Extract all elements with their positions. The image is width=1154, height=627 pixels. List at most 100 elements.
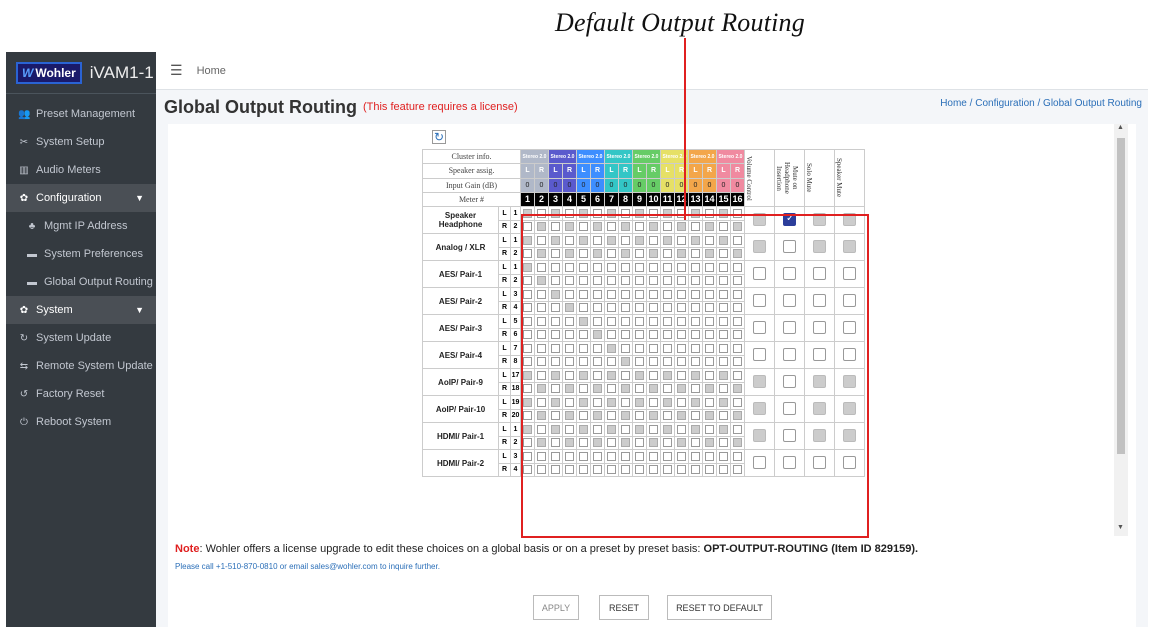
sidebar-item-12[interactable]: ⏻ Reboot System xyxy=(6,408,156,436)
extra-head-3: Solo Mute xyxy=(805,163,813,193)
input-gain: 0 xyxy=(576,177,591,193)
sidebar-item-label: Audio Meters xyxy=(36,164,101,176)
apply-button[interactable]: APPLY xyxy=(533,595,579,620)
menu-toggle-icon[interactable]: ☰ xyxy=(170,62,183,79)
speaker-assign: L xyxy=(604,163,619,179)
speaker-assign: R xyxy=(730,163,745,179)
reset-button[interactable]: RESET xyxy=(599,595,649,620)
input-gain: 0 xyxy=(660,177,675,193)
speaker-assign: L xyxy=(632,163,647,179)
channel-number: 2 xyxy=(510,273,521,288)
sidebar-item-2[interactable]: ✂ System Setup xyxy=(6,128,156,156)
sidebar-item-label: Factory Reset xyxy=(36,388,105,400)
note-label: Note xyxy=(175,543,200,555)
network-icon: ♣ xyxy=(28,220,36,232)
sidebar-item-8[interactable]: ✿ System ▼ xyxy=(6,296,156,324)
brand[interactable]: W Wohler iVAM1-1 xyxy=(6,52,156,94)
input-gain: 0 xyxy=(646,177,661,193)
breadcrumb-sep: / xyxy=(1037,98,1041,109)
refresh-icon[interactable]: ↻ xyxy=(432,130,446,144)
scroll-up-icon[interactable]: ▲ xyxy=(1117,124,1124,131)
sidebar-item-6[interactable]: ▬ System Preferences xyxy=(6,240,156,268)
sidebar: W Wohler iVAM1-1 👥 Preset Management ✂ Syste… xyxy=(6,52,156,627)
home-link[interactable]: Home xyxy=(197,65,226,77)
breadcrumb-home[interactable]: Home xyxy=(940,98,967,109)
output-name: AES/ Pair-3 xyxy=(422,314,499,342)
channel-number: 6 xyxy=(510,327,521,342)
meter-number: 4 xyxy=(562,191,577,208)
meter-number: 15 xyxy=(716,191,731,208)
vertical-scrollbar[interactable]: ▲ ▼ xyxy=(1114,124,1128,536)
cluster-info: Stereo 2.0 xyxy=(520,148,549,165)
sidebar-item-4[interactable]: ✿ Configuration ▼ xyxy=(6,184,156,212)
cluster-info: Stereo 2.0 xyxy=(604,148,633,165)
extra-head-1: Volume Control xyxy=(745,155,753,201)
breadcrumb-configuration[interactable]: Configuration xyxy=(975,98,1034,109)
channel-side: R xyxy=(498,246,511,261)
remote-icon: ⇆ xyxy=(19,360,29,372)
sidebar-item-label: System Setup xyxy=(36,136,105,148)
gear-icon: ✿ xyxy=(19,192,29,204)
meter-number: 5 xyxy=(576,191,591,208)
sidebar-item-9[interactable]: ↻ System Update xyxy=(6,324,156,352)
channel-side: R xyxy=(498,219,511,234)
sidebar-item-1[interactable]: 👥 Preset Management xyxy=(6,100,156,128)
channel-number: 20 xyxy=(510,408,521,423)
sidebar-item-3[interactable]: ▥ Audio Meters xyxy=(6,156,156,184)
channel-number: 1 xyxy=(510,422,521,437)
speaker-assign: L xyxy=(716,163,731,179)
channel-side: L xyxy=(498,287,511,302)
meter-number: 7 xyxy=(604,191,619,208)
channel-side: R xyxy=(498,327,511,342)
speaker-label: Speaker assig. xyxy=(422,163,521,179)
cluster-label: Cluster info. xyxy=(422,148,521,165)
speaker-assign: R xyxy=(534,163,549,179)
output-name: AoIP/ Pair-9 xyxy=(422,368,499,396)
channel-side: L xyxy=(498,260,511,275)
input-gain: 0 xyxy=(716,177,731,193)
channel-side: R xyxy=(498,435,511,450)
speaker-assign: R xyxy=(646,163,661,179)
speaker-assign: L xyxy=(548,163,563,179)
input-gain: 0 xyxy=(562,177,577,193)
sidebar-item-10[interactable]: ⇆ Remote System Update xyxy=(6,352,156,380)
reset-to-default-button[interactable]: RESET TO DEFAULT xyxy=(667,595,772,620)
note-body: : Wohler offers a license upgrade to edi… xyxy=(199,543,704,555)
channel-number: 18 xyxy=(510,381,521,396)
input-gain: 0 xyxy=(688,177,703,193)
undo-icon: ↺ xyxy=(19,388,29,400)
channel-side: L xyxy=(498,422,511,437)
scroll-down-icon[interactable]: ▼ xyxy=(1117,524,1124,531)
channel-side: L xyxy=(498,449,511,464)
input-gain: 0 xyxy=(590,177,605,193)
meter-number: 3 xyxy=(548,191,563,208)
scrollbar-thumb[interactable] xyxy=(1117,138,1125,454)
sidebar-item-5[interactable]: ♣ Mgmt IP Address xyxy=(6,212,156,240)
meter-number: 8 xyxy=(618,191,633,208)
sidebar-item-11[interactable]: ↺ Factory Reset xyxy=(6,380,156,408)
breadcrumb: Home / Configuration / Global Output Rou… xyxy=(940,98,1142,109)
output-name: HDMI/ Pair-1 xyxy=(422,422,499,450)
extra-head-4: Speaker Mute xyxy=(835,158,843,198)
sidebar-item-label: Preset Management xyxy=(36,108,136,120)
channel-number: 2 xyxy=(510,435,521,450)
license-note-text: Note: Wohler offers a license upgrade to… xyxy=(175,543,918,555)
channel-number: 2 xyxy=(510,246,521,261)
gain-label: Input Gain (dB) xyxy=(422,177,521,193)
input-gain: 0 xyxy=(604,177,619,193)
card-icon: ▬ xyxy=(27,248,37,260)
channel-side: R xyxy=(498,273,511,288)
input-gain: 0 xyxy=(632,177,647,193)
channel-number: 8 xyxy=(510,354,521,369)
meter-number: 12 xyxy=(674,191,689,208)
input-gain: 0 xyxy=(520,177,535,193)
sidebar-item-label: Configuration xyxy=(36,192,102,204)
channel-number: 19 xyxy=(510,395,521,410)
chevron-down-icon: ▼ xyxy=(135,305,144,315)
input-gain: 0 xyxy=(534,177,549,193)
page-title: Global Output Routing xyxy=(164,96,357,117)
sidebar-item-7[interactable]: ▬ Global Output Routing xyxy=(6,268,156,296)
input-gain: 0 xyxy=(702,177,717,193)
channel-number: 17 xyxy=(510,368,521,383)
contact-line: Please call +1-510-870-0810 or email sal… xyxy=(175,562,440,571)
